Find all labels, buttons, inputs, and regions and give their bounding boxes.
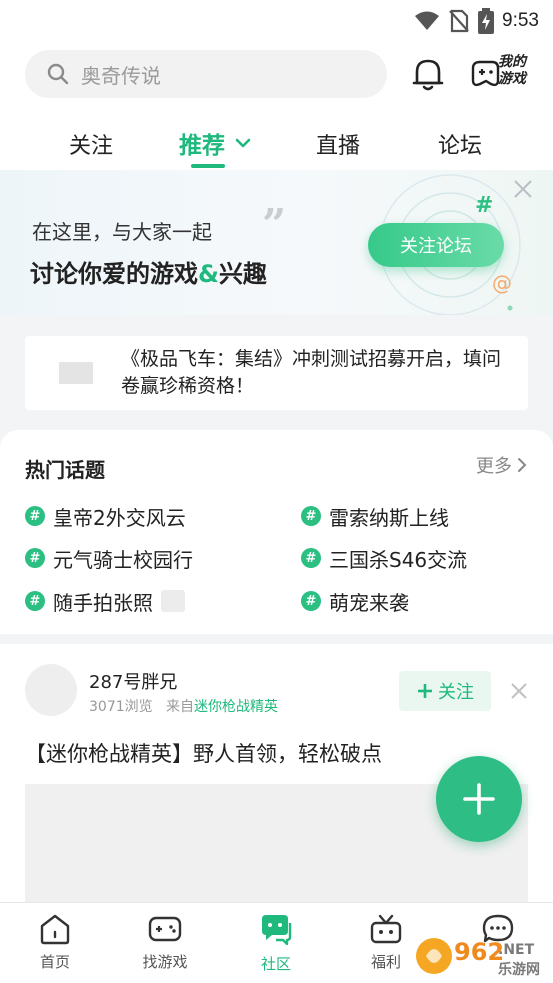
hashtag-icon: # (301, 548, 321, 568)
topic-label: 三国杀S46交流 (329, 547, 468, 572)
topic-item[interactable]: # 元气骑士校园行 (25, 543, 193, 573)
nav-find-games-label: 找游戏 (142, 953, 188, 971)
community-icon (262, 915, 292, 946)
forum-promo-banner[interactable]: # @ 在这里，与大家一起 ” 讨论你爱的游戏&兴趣 关注论坛 (0, 170, 553, 315)
banner-subtitle: 在这里，与大家一起 (32, 220, 212, 244)
tab-forum[interactable]: 论坛 (438, 128, 482, 160)
topic-label: 雷索纳斯上线 (329, 505, 449, 530)
site-watermark-logo: 962 .NET 乐游网 (416, 938, 540, 978)
topic-label: 萌宠来袭 (329, 590, 409, 615)
topic-label: 皇帝2外交风云 (53, 505, 186, 530)
plus-icon (463, 783, 495, 815)
tab-bar: 关注 推荐 直播 论坛 (0, 120, 553, 168)
create-post-button[interactable] (436, 756, 522, 842)
follow-label: 关注 (438, 682, 474, 703)
post-views: 3071浏览 (89, 699, 153, 715)
hot-topics-title: 热门话题 (25, 458, 105, 482)
my-games-label-line1: 我的 (498, 54, 526, 70)
search-icon (47, 63, 69, 85)
my-games-label: 我的 游戏 (498, 54, 526, 88)
follow-forum-button[interactable]: 关注论坛 (368, 223, 504, 267)
nav-community[interactable]: 社区 (236, 913, 316, 974)
more-label: 更多 (476, 456, 512, 477)
tab-active-indicator (191, 164, 225, 168)
nav-benefits-label: 福利 (370, 953, 401, 971)
close-icon[interactable] (512, 178, 534, 200)
topic-label: 元气骑士校园行 (53, 547, 193, 572)
hashtag-icon: # (301, 591, 321, 611)
announcement-text: 《极品飞车：集结》冲刺测试招募开启，填问卷赢珍稀资格！ (121, 348, 502, 397)
topic-item[interactable]: # 皇帝2外交风云 (25, 501, 186, 531)
my-games-button[interactable]: 我的 游戏 (470, 54, 532, 94)
banner-title: 讨论你爱的游戏&兴趣 (30, 254, 267, 289)
post-meta: 3071浏览 来自迷你枪战精英 (89, 696, 278, 716)
nav-community-label: 社区 (260, 955, 291, 973)
announcement-thumbnail (59, 362, 93, 384)
gamepad-icon (148, 916, 182, 942)
hashtag-icon: # (25, 506, 45, 526)
search-input[interactable]: 奥奇传说 (25, 50, 387, 98)
svg-text:#: # (475, 193, 493, 218)
home-icon (40, 914, 70, 945)
post-from-prefix: 来自 (166, 699, 194, 715)
hot-topics-section: 热门话题 更多 # 皇帝2外交风云 # 雷索纳斯上线 # 元气骑士校园行 # 三国杀S4… (0, 430, 553, 634)
wifi-icon (415, 11, 440, 30)
follow-button[interactable]: 关注 (399, 671, 491, 711)
more-topics-link[interactable]: 更多 (476, 452, 528, 478)
status-icons: 9:53 (414, 8, 539, 34)
plus-icon (418, 684, 432, 698)
battery-charging-icon (478, 8, 495, 34)
notification-button[interactable] (408, 54, 448, 94)
announcement-card[interactable]: 《极品飞车：集结》冲刺测试招募开启，填问卷赢珍稀资格！ (25, 336, 528, 410)
topic-item[interactable]: # 三国杀S46交流 (301, 543, 467, 573)
tab-recommend[interactable]: 推荐 (179, 126, 225, 160)
quote-mark-icon: ” (262, 200, 287, 249)
status-time: 9:53 (502, 10, 539, 31)
dismiss-post-icon[interactable] (509, 681, 529, 701)
topic-item[interactable]: # 萌宠来袭 (301, 586, 409, 616)
avatar[interactable] (25, 664, 77, 716)
svg-text:962: 962 (454, 938, 504, 966)
status-bar: 9:53 (0, 0, 553, 40)
hashtag-icon: # (25, 548, 45, 568)
banner-title-part1: 讨论你爱的游戏 (30, 260, 198, 288)
nav-home-label: 首页 (39, 953, 70, 971)
search-placeholder: 奥奇传说 (81, 63, 161, 88)
hashtag-icon: # (25, 591, 45, 611)
chevron-right-icon (518, 458, 527, 472)
no-sim-icon (449, 9, 469, 33)
banner-title-part2: 兴趣 (218, 260, 267, 288)
topic-image-icon (161, 590, 185, 612)
banner-title-amp: & (198, 260, 219, 288)
tab-live[interactable]: 直播 (316, 128, 360, 160)
header: 奥奇传说 我的 游戏 关注 推荐 直播 论坛 (0, 40, 553, 170)
tab-follow[interactable]: 关注 (69, 128, 113, 160)
topic-item[interactable]: # 雷索纳斯上线 (301, 501, 449, 531)
hashtag-icon: # (301, 506, 321, 526)
bell-icon (412, 59, 444, 91)
svg-text:.NET: .NET (498, 942, 535, 958)
post-title[interactable]: 【迷你枪战精英】野人首领，轻松破点 (25, 738, 382, 768)
topic-label: 随手拍张照 (53, 590, 153, 615)
post-source-link[interactable]: 迷你枪战精英 (194, 699, 278, 715)
svg-text:@: @ (492, 271, 512, 295)
tab-recommend-label: 推荐 (179, 133, 225, 159)
svg-text:乐游网: 乐游网 (498, 961, 540, 978)
nav-home[interactable]: 首页 (15, 913, 95, 972)
gift-icon (370, 914, 402, 944)
chevron-down-icon[interactable] (234, 136, 252, 150)
nav-find-games[interactable]: 找游戏 (125, 913, 205, 972)
my-games-label-line2: 游戏 (498, 71, 526, 87)
topic-item[interactable]: # 随手拍张照 (25, 586, 185, 616)
post-author[interactable]: 287号胖兄 (89, 668, 177, 694)
